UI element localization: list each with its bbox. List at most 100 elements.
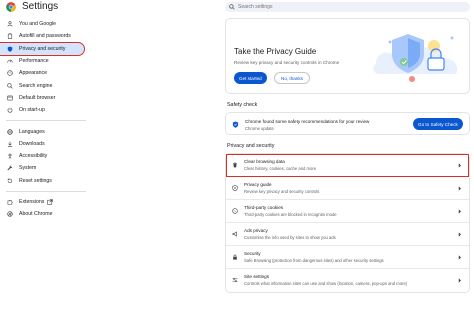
- sidebar-divider: [6, 190, 86, 192]
- page-title: Settings: [22, 1, 59, 12]
- row-title: Privacy guide: [244, 182, 272, 187]
- accessibility-icon: [7, 153, 13, 159]
- shield-icon: [7, 46, 13, 52]
- go-to-safety-check-button[interactable]: Go to Safety Check: [413, 118, 463, 130]
- site-settings-row[interactable]: Site settings Controls what information …: [226, 269, 469, 292]
- sidebar-item-label: Performance: [19, 58, 49, 65]
- download-icon: [7, 141, 13, 147]
- clipboard-icon: [7, 33, 13, 40]
- sidebar-item-reset-settings[interactable]: Reset settings: [0, 175, 92, 187]
- wrench-icon: [7, 166, 13, 171]
- row-subtitle: Clear history, cookies, cache and more: [244, 166, 317, 171]
- privacy-guide-title: Take the Privacy Guide: [234, 47, 317, 56]
- sidebar-item-label: Reset settings: [19, 177, 52, 184]
- privacy-guide-icon: [232, 185, 238, 191]
- puzzle-icon: [7, 199, 13, 205]
- sidebar-item-autofill[interactable]: Autofill and passwords: [0, 30, 92, 42]
- privacy-security-list: Clear browsing data Clear history, cooki…: [225, 153, 470, 293]
- palette-icon: [7, 70, 13, 77]
- search-icon: [229, 4, 235, 10]
- lock-icon: [233, 254, 237, 260]
- globe-icon: [7, 128, 13, 135]
- privacy-guide-description: Review key privacy and security controls…: [234, 60, 340, 65]
- search-icon: [7, 82, 13, 89]
- sidebar-item-default-browser[interactable]: Default browser: [0, 92, 92, 104]
- sidebar-divider: [6, 120, 86, 122]
- privacy-guide-row[interactable]: Privacy guide Review key privacy and sec…: [226, 177, 469, 200]
- privacy-guide-illustration-icon: [373, 34, 458, 82]
- sidebar-item-label: Search engine: [19, 82, 53, 89]
- sidebar-item-label: Appearance: [19, 70, 47, 77]
- sidebar-item-label: Default browser: [19, 94, 56, 101]
- privacy-security-heading: Privacy and security: [227, 143, 275, 149]
- security-row[interactable]: Security Safe Browsing (protection from …: [226, 246, 469, 269]
- speedometer-icon: [7, 59, 13, 63]
- row-subtitle: Third-party cookies are blocked in Incog…: [244, 212, 337, 217]
- no-thanks-button[interactable]: No, thanks: [274, 72, 310, 84]
- sidebar-item-label: On start-up: [19, 107, 45, 114]
- sliders-icon: [232, 277, 238, 283]
- safety-check-message: Chrome found some safety recommendations…: [245, 119, 370, 124]
- row-subtitle: Controls what information sites can use …: [244, 281, 408, 286]
- sidebar-item-languages[interactable]: Languages: [0, 125, 92, 137]
- chevron-right-icon: [458, 278, 461, 283]
- external-link-icon: [47, 199, 54, 205]
- ads-privacy-row[interactable]: Ads privacy Customise the info used by s…: [226, 223, 469, 246]
- sidebar-item-appearance[interactable]: Appearance: [0, 67, 92, 79]
- row-title: Ads privacy: [244, 228, 268, 233]
- row-title: Clear browsing data: [244, 159, 285, 164]
- chrome-icon: [7, 211, 13, 217]
- sidebar-item-search-engine[interactable]: Search engine: [0, 79, 92, 91]
- get-started-button[interactable]: Get started: [234, 72, 267, 84]
- chevron-right-icon: [458, 186, 461, 191]
- sidebar-item-label: Downloads: [19, 140, 45, 147]
- sidebar-item-privacy-and-security[interactable]: Privacy and security: [0, 41, 85, 56]
- safety-check-detail: Chrome update: [245, 126, 274, 131]
- sidebar-item-you-and-google[interactable]: You and Google: [0, 18, 92, 30]
- person-icon: [7, 21, 13, 27]
- browser-icon: [7, 95, 13, 101]
- sidebar-item-label: Languages: [19, 128, 45, 135]
- row-title: Site settings: [244, 274, 270, 279]
- safety-check-card: Chrome found some safety recommendations…: [225, 112, 470, 135]
- sidebar-item-label: Autofill and passwords: [19, 33, 71, 40]
- search-bar[interactable]: [225, 2, 470, 12]
- sidebar: You and Google Autofill and passwords Pr…: [0, 18, 92, 220]
- row-title: Third-party cookies: [244, 205, 284, 210]
- safety-check-heading: Safety check: [227, 102, 258, 108]
- row-subtitle: Customise the info used by sites to show…: [244, 235, 336, 240]
- row-subtitle: Safe Browsing (protection from dangerous…: [244, 258, 384, 263]
- sidebar-item-accessibility[interactable]: Accessibility: [0, 150, 92, 162]
- chevron-right-icon: [458, 255, 461, 260]
- sidebar-item-label: Privacy and security: [19, 45, 66, 52]
- sidebar-item-performance[interactable]: Performance: [0, 55, 92, 67]
- sidebar-item-downloads[interactable]: Downloads: [0, 138, 92, 150]
- cookie-icon: [232, 208, 238, 214]
- trash-icon: [233, 162, 237, 168]
- sidebar-item-about-chrome[interactable]: About Chrome: [0, 208, 92, 220]
- search-input[interactable]: [238, 4, 438, 10]
- sidebar-item-label: Extensions: [19, 199, 45, 205]
- row-subtitle: Review key privacy and security controls: [244, 189, 320, 194]
- sidebar-item-label: System: [19, 165, 37, 172]
- top-bar: Settings: [0, 0, 474, 14]
- power-icon: [7, 107, 13, 113]
- clear-browsing-data-row[interactable]: Clear browsing data Clear history, cooki…: [226, 154, 469, 177]
- reset-icon: [7, 178, 13, 183]
- row-title: Security: [244, 251, 261, 256]
- main-content: Take the Privacy Guide Review key privac…: [225, 18, 470, 293]
- chevron-right-icon: [458, 163, 461, 168]
- sidebar-item-label: Accessibility: [19, 153, 48, 160]
- safety-shield-icon: [232, 121, 239, 128]
- chevron-right-icon: [458, 209, 461, 214]
- sidebar-item-label: You and Google: [19, 21, 57, 28]
- settings-logo-icon: [6, 2, 16, 12]
- chevron-right-icon: [458, 232, 461, 237]
- ads-icon: [232, 231, 237, 237]
- sidebar-item-label: About Chrome: [19, 211, 53, 218]
- third-party-cookies-row[interactable]: Third-party cookies Third-party cookies …: [226, 200, 469, 223]
- sidebar-item-on-start-up[interactable]: On start-up: [0, 104, 92, 116]
- privacy-guide-card: Take the Privacy Guide Review key privac…: [225, 18, 470, 94]
- sidebar-item-system[interactable]: System: [0, 162, 92, 174]
- sidebar-item-extensions[interactable]: Extensions: [0, 196, 92, 208]
